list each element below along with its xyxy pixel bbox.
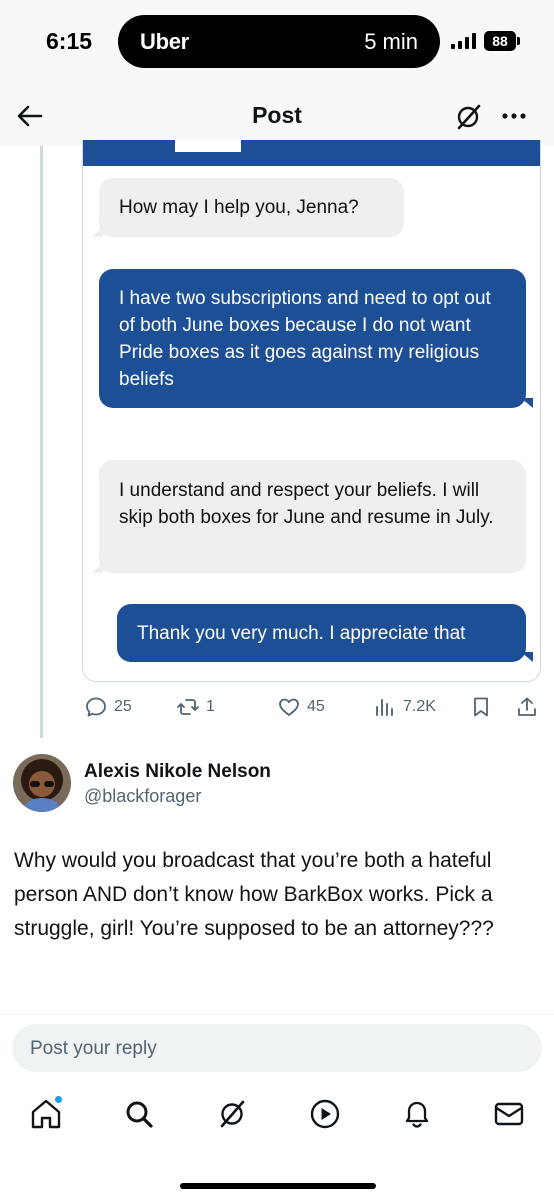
thread-connector-line [40, 146, 43, 738]
battery-icon: 88 [484, 31, 520, 51]
post-image-chat-screenshot[interactable]: How may I help you, Jenna? I have two su… [82, 140, 541, 682]
status-bar: 6:15 Uber 5 min 88 [0, 0, 554, 86]
repost-button[interactable]: 1 [176, 694, 215, 720]
live-activity-app-name: Uber [140, 29, 189, 54]
like-count: 45 [307, 698, 325, 715]
chat-message-text: Thank you very much. I appreciate that [137, 623, 466, 644]
live-activity-eta: 5 min [364, 29, 418, 54]
share-icon [518, 697, 536, 716]
clock: 6:15 [46, 28, 93, 54]
reply-input-placeholder: Post your reply [30, 1038, 157, 1059]
reply-icon [86, 697, 106, 717]
grok-icon[interactable] [215, 1097, 249, 1131]
search-icon[interactable] [122, 1097, 156, 1131]
view-count: 7.2K [403, 698, 436, 715]
chat-header-tab [175, 140, 241, 152]
chat-header-bar [83, 140, 540, 166]
reply-input[interactable]: Post your reply [12, 1024, 542, 1072]
chat-bubble-tail [521, 398, 533, 408]
avatar[interactable] [13, 754, 71, 812]
chat-bubble-tail [91, 563, 103, 573]
top-app-bar: Post [0, 86, 554, 146]
chat-message-incoming: How may I help you, Jenna? [99, 178, 404, 237]
video-icon[interactable] [308, 1097, 342, 1131]
grok-icon[interactable] [452, 101, 484, 133]
home-indicator[interactable] [180, 1183, 376, 1189]
chat-message-text: I understand and respect your beliefs. I… [119, 480, 494, 528]
divider [0, 1014, 554, 1015]
chat-bubble-tail [521, 652, 533, 662]
chat-message-outgoing: Thank you very much. I appreciate that [117, 604, 526, 662]
dynamic-island-live-activity[interactable]: Uber 5 min [118, 15, 440, 68]
bookmark-icon [474, 697, 488, 717]
reply-button[interactable]: 25 [84, 694, 132, 720]
cellular-signal-icon [451, 33, 477, 49]
messages-icon[interactable] [492, 1097, 526, 1131]
views-button[interactable]: 7.2K [373, 694, 436, 720]
share-button[interactable] [515, 694, 539, 720]
notifications-icon[interactable] [400, 1097, 434, 1131]
reply-text: Why would you broadcast that you’re both… [14, 849, 494, 940]
heart-icon [279, 698, 299, 716]
notification-dot [54, 1095, 63, 1104]
like-button[interactable]: 45 [277, 694, 325, 720]
views-chart-icon [376, 699, 393, 716]
repost-count: 1 [206, 698, 215, 715]
repost-icon [177, 699, 199, 715]
chat-message-text: I have two subscriptions and need to opt… [119, 288, 491, 390]
reply-count: 25 [114, 698, 132, 715]
bookmark-button[interactable] [469, 694, 493, 720]
chat-message-incoming: I understand and respect your beliefs. I… [99, 460, 526, 573]
reply-author-name[interactable]: Alexis Nikole Nelson [84, 761, 271, 783]
chat-bubble-tail [91, 227, 103, 237]
more-options-icon[interactable] [498, 100, 530, 132]
chat-message-outgoing: I have two subscriptions and need to opt… [99, 269, 526, 408]
reply-author-handle[interactable]: @blackforager [84, 786, 201, 807]
chat-message-text: How may I help you, Jenna? [119, 197, 359, 218]
